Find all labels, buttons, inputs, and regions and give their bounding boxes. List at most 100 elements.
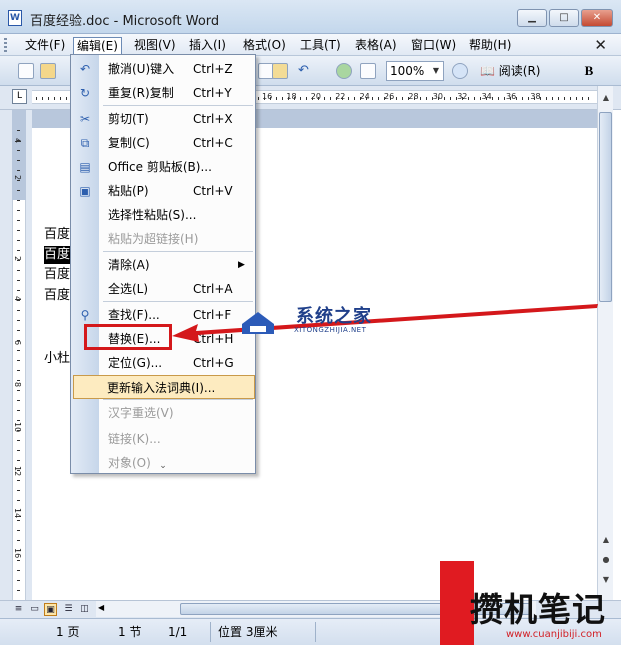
menu-edit[interactable]: 编辑(E) (73, 37, 122, 54)
paste-toolbar-icon[interactable] (272, 63, 288, 79)
read-button[interactable]: 📖 阅读(R) (476, 62, 544, 80)
edit-menu-item[interactable]: ↻ 重复(R)复制 Ctrl+Y (71, 81, 255, 105)
minimize-button[interactable]: ▁ (517, 9, 547, 27)
menu-separator (103, 251, 253, 252)
edit-menu-item[interactable]: ✂ 剪切(T) Ctrl+X (71, 107, 255, 131)
table-icon[interactable] (360, 63, 376, 79)
ruler-tick (366, 97, 367, 100)
menu-item-shortcut: Ctrl+Y (193, 86, 232, 100)
vertical-ruler-tick (17, 470, 20, 471)
edit-menu-item[interactable]: 定位(G)... Ctrl+G (71, 351, 255, 375)
hyperlink-icon[interactable] (336, 63, 352, 79)
menubar-grip[interactable] (4, 38, 7, 52)
ruler-tick (558, 97, 559, 100)
ruler-tick (396, 97, 397, 100)
edit-menu-item[interactable]: ▣ 粘贴(P) Ctrl+V (71, 179, 255, 203)
menu-item-label: 汉字重选(V) (108, 406, 174, 420)
menu-view[interactable]: 视图(V) (131, 37, 179, 54)
vertical-ruler-tick (17, 520, 20, 521)
document-line[interactable]: 百度 (44, 266, 70, 284)
document-close-icon[interactable]: ✕ (594, 36, 607, 54)
undo-toolbar-icon[interactable]: ↶ (298, 63, 314, 79)
print-layout-icon[interactable]: ▣ (44, 603, 57, 616)
vertical-ruler-tick (17, 220, 20, 221)
menu-item-label: 剪切(T) (108, 112, 149, 126)
ruler-tick (534, 97, 535, 100)
chevron-down-icon[interactable]: ▼ (430, 63, 442, 79)
ruler-tick (258, 97, 259, 100)
vertical-ruler-tick (17, 240, 20, 241)
menu-tools[interactable]: 工具(T) (297, 37, 344, 54)
bold-button[interactable]: B (580, 61, 598, 81)
vertical-ruler-tick (17, 160, 20, 161)
vertical-ruler-tick (17, 460, 20, 461)
menu-file[interactable]: 文件(F) (22, 37, 68, 54)
vertical-ruler-tick (17, 180, 20, 181)
edit-menu-item[interactable]: ↶ 撤消(U)键入 Ctrl+Z (71, 57, 255, 81)
ruler-tick (384, 97, 385, 100)
ruler-tick (438, 97, 439, 100)
menu-help[interactable]: 帮助(H) (466, 37, 514, 54)
ruler-tick (588, 97, 589, 100)
vertical-ruler-tick (17, 170, 20, 171)
ruler-tick (402, 97, 403, 100)
edit-menu-item: 粘贴为超链接(H) (71, 227, 255, 251)
ruler-tick (480, 97, 481, 100)
document-line-selected[interactable]: 百度 (44, 246, 71, 264)
document-line[interactable]: 百度 (44, 287, 70, 305)
vertical-ruler-tick (17, 480, 20, 481)
menu-window[interactable]: 窗口(W) (408, 37, 459, 54)
vertical-ruler-tick (17, 560, 20, 561)
ruler-tick (318, 97, 319, 100)
normal-view-icon[interactable]: ≡ (12, 603, 25, 616)
edit-menu-item[interactable]: 清除(A) ▶ (71, 253, 255, 277)
menu-item-shortcut: Ctrl+Z (193, 62, 233, 76)
new-document-icon[interactable] (18, 63, 34, 79)
vertical-ruler-tick (17, 250, 20, 251)
ruler-tick (348, 97, 349, 100)
edit-menu-item[interactable]: ⧉ 复制(C) Ctrl+C (71, 131, 255, 155)
menu-bar: 文件(F) 编辑(E) 视图(V) 插入(I) 格式(O) 工具(T) 表格(A… (0, 34, 621, 56)
ruler-tick (408, 97, 409, 100)
menu-item-label: 查找(F)... (108, 308, 160, 322)
ruler-tick (360, 97, 361, 100)
menu-format[interactable]: 格式(O) (240, 37, 289, 54)
edit-menu-item[interactable]: ▤ Office 剪贴板(B)... (71, 155, 255, 179)
ruler-tick (420, 97, 421, 100)
vertical-ruler-tick (17, 230, 20, 231)
vertical-ruler-tick (17, 390, 20, 391)
menu-table[interactable]: 表格(A) (352, 37, 400, 54)
vertical-ruler-tick (17, 450, 20, 451)
menu-item-shortcut: Ctrl+G (193, 356, 234, 370)
zoom-select[interactable]: 100% ▼ (386, 61, 444, 81)
scrollbar-thumb[interactable] (599, 112, 612, 302)
menu-insert[interactable]: 插入(I) (186, 37, 229, 54)
open-folder-icon[interactable] (40, 63, 56, 79)
scroll-up-page-icon[interactable]: ▲ (600, 534, 612, 546)
ruler-tick (546, 97, 547, 100)
document-line[interactable]: 小杜 (44, 350, 70, 368)
edit-menu-item[interactable]: 选择性粘贴(S)... (71, 203, 255, 227)
close-button[interactable]: ✕ (581, 9, 613, 27)
status-page: 1 页 (56, 625, 80, 639)
vertical-ruler-tick (17, 190, 20, 191)
document-line[interactable]: 百度 (44, 226, 70, 244)
edit-menu-item[interactable]: 更新输入法词典(I)... (73, 375, 255, 399)
ruler-tick (276, 97, 277, 100)
ruler-tick (492, 97, 493, 100)
help-icon[interactable] (452, 63, 468, 79)
scroll-up-icon[interactable]: ▲ (600, 92, 612, 104)
ruler-number: 24 (359, 92, 370, 101)
ruler-tick (462, 97, 463, 100)
maximize-button[interactable]: □ (549, 9, 579, 27)
scroll-left-icon[interactable]: ◀ (98, 603, 104, 612)
web-layout-icon[interactable]: ▭ (28, 603, 41, 616)
vertical-ruler-number: 8 (13, 382, 22, 388)
annotation-highlight-box (84, 324, 172, 350)
ruler-tick (372, 97, 373, 100)
tab-selector[interactable]: L (12, 89, 27, 104)
ruler-tick (282, 97, 283, 100)
edit-menu-item[interactable]: 全选(L) Ctrl+A (71, 277, 255, 301)
reading-layout-icon[interactable]: ◫ (78, 603, 91, 616)
outline-view-icon[interactable]: ☰ (62, 603, 75, 616)
